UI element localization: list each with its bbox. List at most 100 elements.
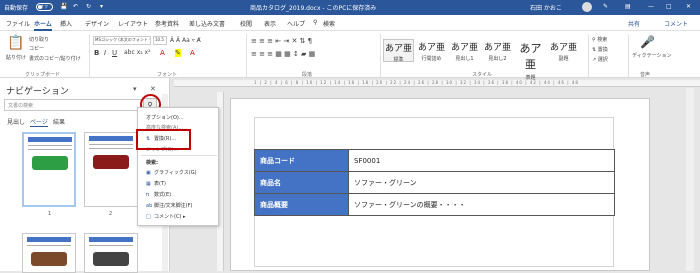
font-color-icon[interactable]: A (160, 49, 165, 57)
tables-label: 表(T) (154, 181, 166, 187)
tab-mailings[interactable]: 差し込み文書 (189, 19, 225, 28)
copy-button[interactable]: コピー (29, 45, 44, 52)
horizontal-ruler[interactable]: 1 | 2 | 4 | 6 | 8 | 10 | 12 | 14 | 16 | … (174, 80, 700, 87)
underline-icon[interactable]: U (112, 49, 117, 57)
lightbulb-icon[interactable]: ⚲ (313, 19, 317, 26)
menu-item-tables[interactable]: ▦ 表(T) (146, 180, 166, 187)
tab-results[interactable]: 結果 (53, 117, 65, 126)
autosave-label: 自動保存 (4, 5, 29, 12)
italic-icon[interactable]: I (104, 49, 106, 57)
font-name-select[interactable]: MSゴシック (本文のフォント - 日本語) (93, 36, 151, 45)
table-icon: ▦ (146, 181, 151, 187)
tab-headings[interactable]: 見出し (7, 117, 25, 126)
voice-group-label: 音声 (640, 72, 651, 78)
style-heading-1[interactable]: あア亜見出し1 (449, 39, 480, 62)
table-key-cell[interactable]: 商品概要 (254, 193, 349, 216)
table-row: 商品概要 ソファー・グリーンの概要・・・・ (254, 193, 615, 216)
style-heading-2[interactable]: あア亜 見出し2 (482, 39, 513, 62)
equation-icon: π (146, 192, 150, 198)
nav-close-icon[interactable]: ✕ (150, 85, 156, 93)
tab-references[interactable]: 参考資料 (155, 19, 179, 28)
style-title[interactable]: あア亜 表題 (515, 39, 546, 81)
pen-icon[interactable]: ✎ (603, 3, 608, 10)
tab-insert[interactable]: 挿入 (60, 19, 72, 28)
text-effects-icon[interactable]: A (190, 49, 195, 57)
green-sofa-image (32, 156, 68, 170)
styles-group-label: スタイル (472, 72, 493, 78)
thumb-header (89, 237, 133, 242)
format-painter-button[interactable]: 書式のコピー/貼り付け (29, 55, 81, 62)
maximize-icon[interactable]: □ (666, 3, 672, 10)
font-size-select[interactable]: 10.5 (153, 36, 167, 45)
style-no-spacing[interactable]: あア亜 行間詰め (416, 39, 447, 62)
find-button[interactable]: ⚲ 検索 (592, 36, 607, 43)
microphone-icon[interactable]: 🎤 (640, 35, 655, 49)
style-subtitle[interactable]: あア亜 副題 (548, 39, 579, 62)
find-label: 検索 (597, 37, 608, 43)
menu-item-options[interactable]: オプション(O)... (146, 114, 184, 121)
tab-view[interactable]: 表示 (264, 19, 276, 28)
undo-icon[interactable]: ↶ (73, 3, 78, 10)
font-grow-shrink-icon[interactable]: Â Ǎ Aa ▿ A̸ (170, 37, 201, 44)
redo-icon[interactable]: ↻ (86, 3, 91, 10)
bold-icon[interactable]: B (94, 49, 99, 57)
page-thumbnail[interactable] (84, 233, 138, 273)
menu-bar: ファイル ホーム 挿入 デザイン レイアウト 参考資料 差し込み文書 校閲 表示… (0, 15, 700, 31)
highlight-icon[interactable]: ✎ (175, 49, 181, 57)
tab-file[interactable]: ファイル (6, 19, 30, 28)
table-key-cell[interactable]: 商品コード (254, 149, 349, 172)
save-icon[interactable]: 💾 (60, 3, 67, 10)
menu-item-graphics[interactable]: ▣ グラフィックス(G) (146, 169, 197, 176)
find-section-header: 検索: (146, 160, 158, 166)
window-title: 商品カタログ_2019.docx - このPCに保存済み (250, 5, 377, 12)
table-value-cell[interactable]: ソファー・グリーンの概要・・・・ (348, 193, 615, 216)
comments-button[interactable]: コメント (664, 19, 688, 28)
bullets-icon[interactable]: ≡ ≡ ≡ ⇤ ⇥ ✕ ⇅ ¶ (251, 37, 312, 45)
tab-home[interactable]: ホーム (34, 19, 52, 31)
dictate-button[interactable]: ディクテーション (632, 52, 672, 59)
tab-pages[interactable]: ページ (30, 117, 48, 127)
nav-search-input[interactable]: 文書の検索 (4, 99, 144, 111)
tab-design[interactable]: デザイン (85, 19, 109, 28)
product-table[interactable]: 商品コード SF0001 商品名 ソファー・グリーン 商品概要 ソファー・グリー… (254, 149, 615, 216)
select-button[interactable]: ↗ 選択 (592, 56, 608, 63)
thumb-line (89, 148, 133, 149)
cut-button[interactable]: 切り取り (29, 36, 49, 43)
style-normal[interactable]: あア亜 標準 (383, 39, 414, 63)
minimize-icon[interactable]: — (648, 3, 654, 10)
menu-item-equations[interactable]: π 数式(E) (146, 191, 171, 198)
equations-label: 数式(E) (154, 192, 172, 198)
table-value-cell[interactable]: SF0001 (348, 149, 615, 172)
page-thumbnail[interactable] (84, 132, 138, 207)
avatar[interactable] (582, 2, 592, 12)
ruler-scale: 1 | 2 | 4 | 6 | 8 | 10 | 12 | 14 | 16 | … (254, 80, 579, 85)
page-thumbnail[interactable] (22, 132, 76, 207)
table-key-cell[interactable]: 商品名 (254, 171, 349, 194)
ribbon-display-icon[interactable]: ▤ (625, 3, 631, 10)
replace-button[interactable]: ⇅ 置換 (592, 46, 608, 53)
paste-icon[interactable]: 📋 (7, 35, 24, 51)
ribbon: 📋 貼り付け 切り取り コピー 書式のコピー/貼り付け クリップボード MSゴシ… (0, 31, 700, 81)
style-preview: あア亜 (450, 43, 478, 53)
tab-review[interactable]: 校閲 (240, 19, 252, 28)
close-icon[interactable]: ✕ (686, 3, 691, 10)
menu-item-footnotes[interactable]: ab 脚注/文末脚注(F) (146, 202, 192, 209)
style-name: 見出し1 (455, 56, 474, 62)
table-value-cell[interactable]: ソファー・グリーン (348, 171, 615, 194)
select-label: 選択 (597, 57, 608, 63)
paste-button[interactable]: 貼り付け (6, 54, 26, 61)
tab-help[interactable]: ヘルプ (287, 19, 305, 28)
tab-layout[interactable]: レイアウト (118, 19, 148, 28)
nav-options-icon[interactable]: ▾ (133, 85, 137, 93)
strikethrough-icon[interactable]: abc x₂ x² (124, 49, 151, 56)
tell-me-search[interactable]: 検索 (323, 19, 335, 28)
user-name[interactable]: 石田 かおこ (530, 3, 562, 12)
page-thumbnail[interactable] (22, 233, 76, 273)
graphics-icon: ▣ (146, 170, 151, 176)
style-preview: あア亜 (549, 43, 577, 53)
share-button[interactable]: 共有 (628, 19, 640, 28)
menu-item-comments[interactable]: □ コメント(C) ▸ (146, 213, 186, 220)
align-icon[interactable]: ≡ ≡ ≡ ▦ ▦ ↕ ▰ ▦ (251, 50, 315, 58)
customize-qat-icon[interactable]: ▾ (100, 3, 103, 10)
document-scrollbar[interactable] (686, 88, 694, 271)
